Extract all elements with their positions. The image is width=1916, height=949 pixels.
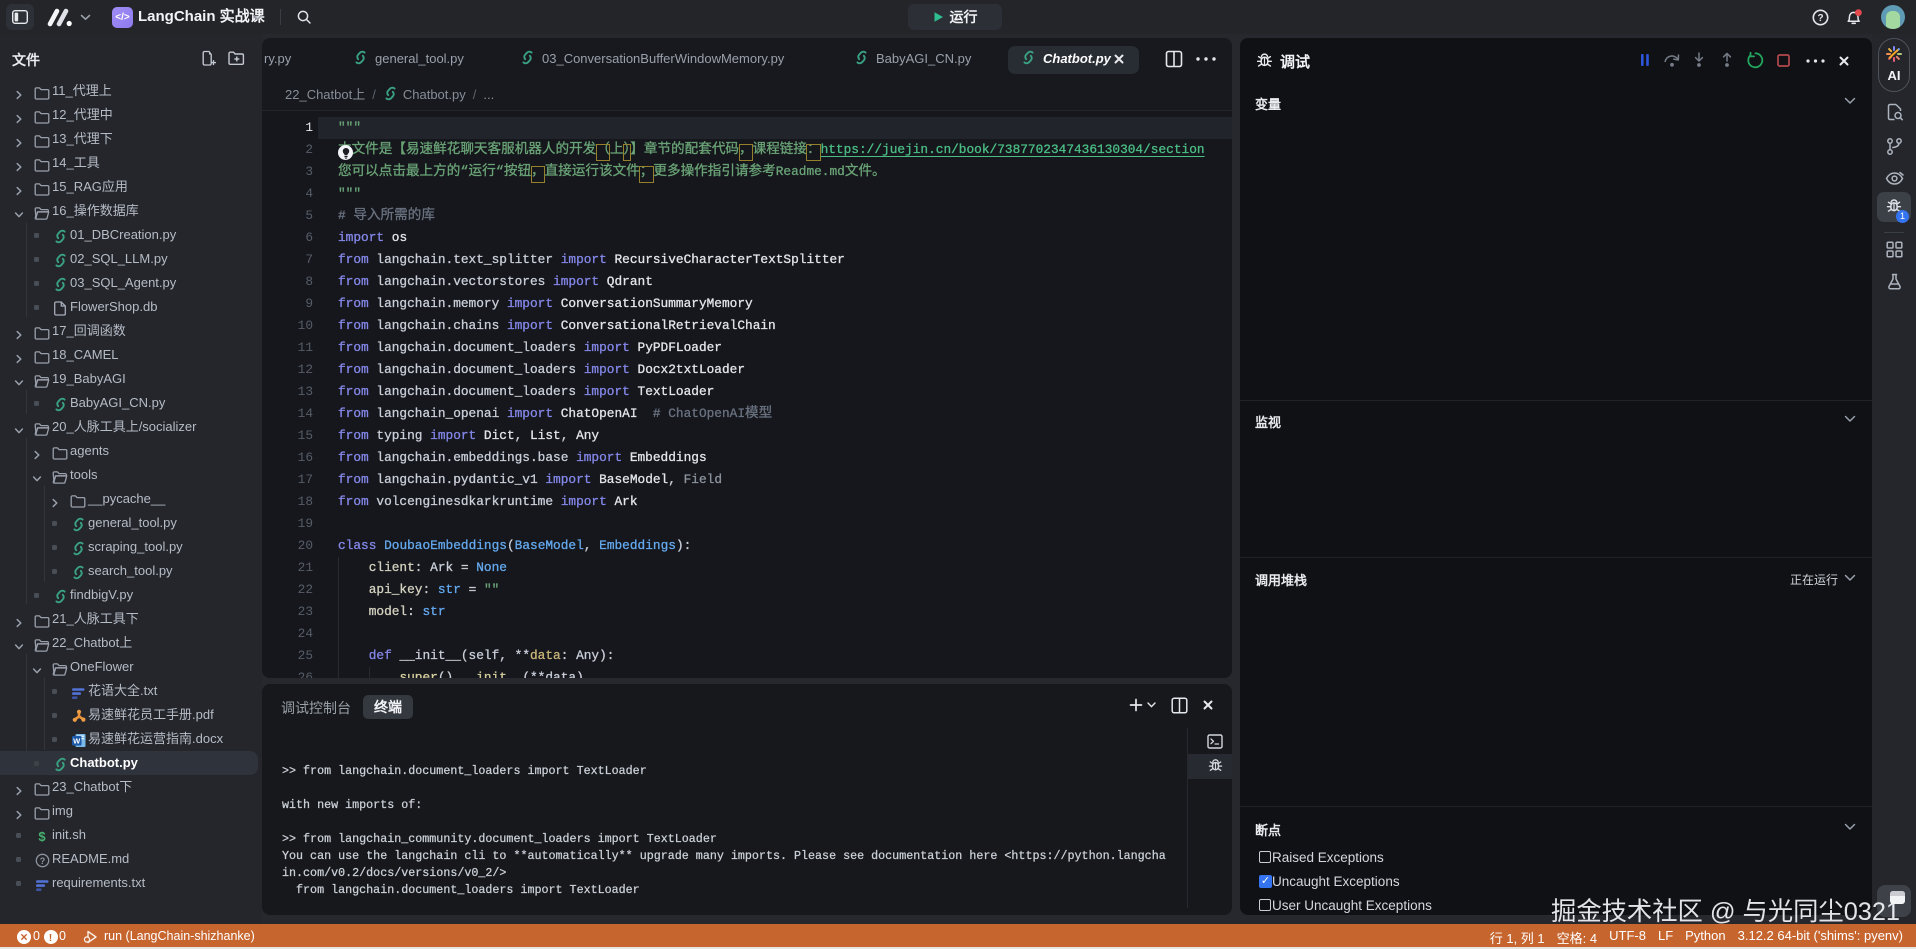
svg-text:$: $: [38, 829, 46, 844]
svg-text:?: ?: [40, 856, 46, 866]
svg-text:?: ?: [1817, 13, 1823, 24]
svg-text:W: W: [73, 736, 81, 745]
